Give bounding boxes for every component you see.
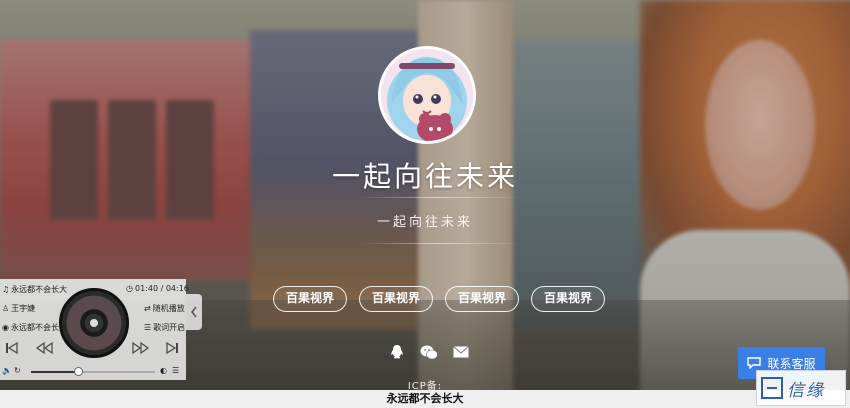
wechat-icon[interactable]	[420, 343, 438, 361]
volume-button[interactable]: 🔈	[2, 366, 12, 375]
footer-bar: 永远都不会长大	[0, 390, 850, 408]
album-name: 永远都不会长大	[10, 323, 67, 332]
link-button-3[interactable]: 百果视界	[445, 286, 520, 312]
qq-icon[interactable]	[388, 343, 406, 361]
mail-icon[interactable]	[452, 343, 470, 361]
watermark-logo: 信缘	[756, 370, 846, 406]
player-collapse-button[interactable]	[186, 294, 202, 330]
progress-bar[interactable]	[31, 367, 155, 376]
album-disc	[59, 288, 129, 358]
shuffle-icon: ⇄	[144, 304, 151, 313]
site-title: 一起向往未来	[331, 160, 518, 193]
site-subtitle: 一起向往未来	[376, 215, 473, 230]
volume-icon: 🔈	[2, 366, 12, 375]
divider	[360, 243, 520, 244]
loop-mode-toggle[interactable]: ⇄ 随机播放	[144, 303, 185, 314]
first-track-button[interactable]	[5, 341, 19, 355]
loop-mode-label: 随机播放	[152, 304, 185, 313]
logo-icon	[761, 377, 783, 399]
avatar	[378, 46, 476, 144]
artist-name: 王宇婕	[11, 304, 36, 313]
lyric-icon: ☰	[144, 323, 152, 332]
next-button[interactable]	[132, 341, 150, 355]
progress-knob[interactable]	[74, 367, 84, 376]
album-icon: ◉	[2, 323, 9, 332]
social-links	[388, 343, 470, 361]
music-note-icon: ♫	[2, 285, 10, 294]
volume-slider-button[interactable]: ◐	[160, 366, 167, 375]
play-time: 01:40 / 04:16	[134, 284, 189, 293]
link-button-1[interactable]: 百果视界	[273, 286, 348, 312]
prev-button[interactable]	[35, 341, 53, 355]
user-icon: ♙	[2, 304, 10, 313]
lyric-toggle[interactable]: ☰ 歌词开启	[144, 322, 185, 333]
divider	[360, 197, 520, 198]
repeat-icon: ↻	[14, 366, 21, 375]
link-button-2[interactable]: 百果视界	[359, 286, 434, 312]
repeat-button[interactable]: ↻	[14, 366, 21, 375]
clock-icon: ◷	[126, 284, 133, 293]
link-buttons: 百果视界 百果视界 百果视界 百果视界	[273, 286, 606, 312]
link-button-4[interactable]: 百果视界	[531, 286, 606, 312]
contact-service-label: 联系客服	[767, 356, 816, 371]
playlist-icon: ☰	[172, 366, 180, 375]
music-player: ♫ 永远都不会长大 ◷ 01:40 / 04:16 ♙ 王宇婕 ⇄ 随机播放 ◉…	[0, 279, 189, 380]
chat-icon	[747, 357, 762, 369]
volume-slider-icon: ◐	[160, 366, 167, 375]
chevron-left-icon	[190, 306, 197, 318]
song-title: 永远都不会长大	[11, 285, 68, 294]
footer-slogan: 永远都不会长大	[386, 392, 464, 405]
lyric-toggle-label: 歌词开启	[153, 323, 186, 332]
playlist-button[interactable]: ☰	[172, 366, 179, 375]
last-track-button[interactable]	[165, 341, 179, 355]
